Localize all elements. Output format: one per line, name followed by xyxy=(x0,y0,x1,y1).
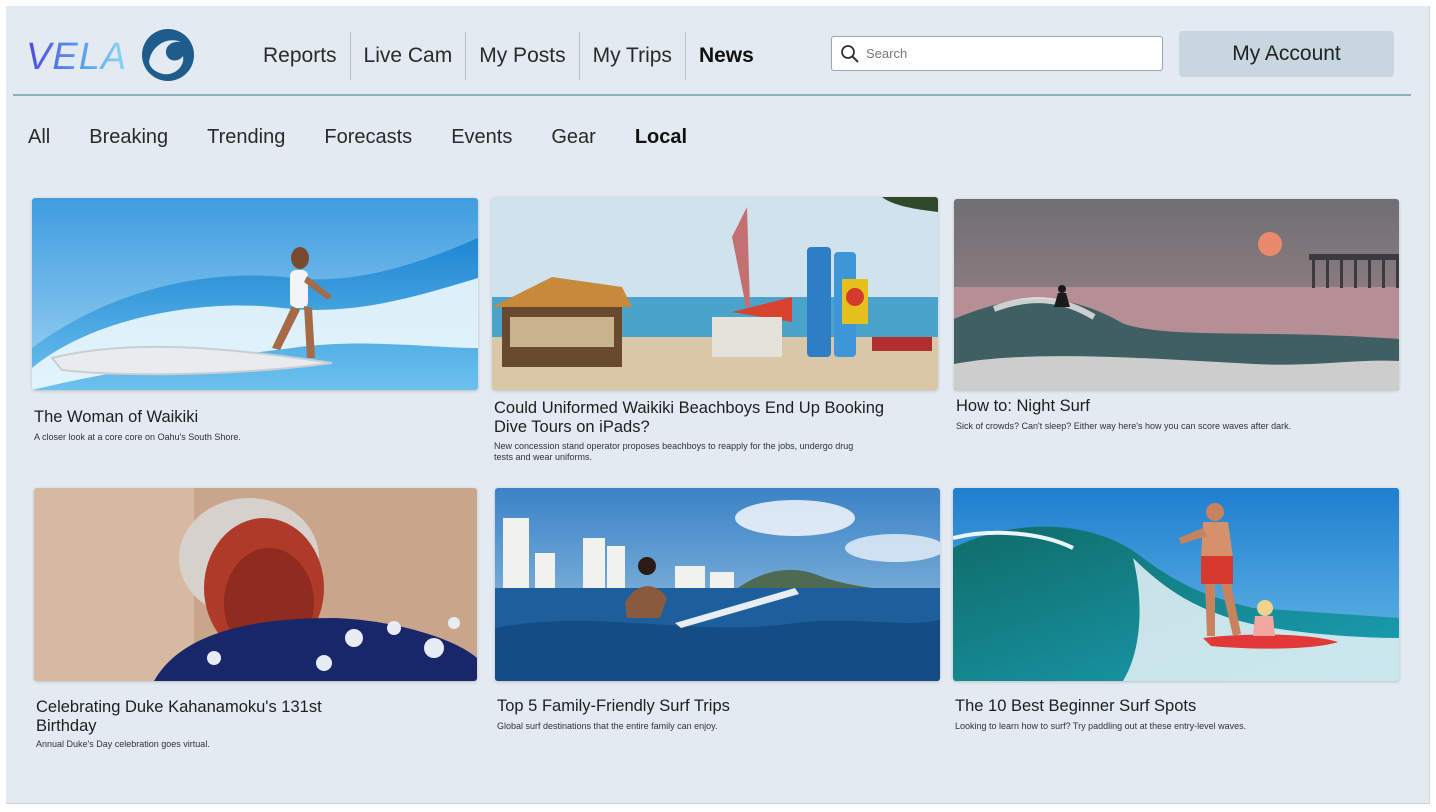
article-subtitle: Global surf destinations that the entire… xyxy=(497,721,718,731)
tab-all[interactable]: All xyxy=(28,126,50,149)
nav-item-my-trips[interactable]: My Trips xyxy=(580,32,685,80)
tab-forecasts[interactable]: Forecasts xyxy=(324,126,412,149)
article-subtitle: New concession stand operator proposes b… xyxy=(494,441,854,462)
article-subtitle: Annual Duke's Day celebration goes virtu… xyxy=(36,739,210,749)
search-icon xyxy=(841,44,859,63)
tab-breaking[interactable]: Breaking xyxy=(89,126,168,149)
article-title[interactable]: Could Uniformed Waikiki Beachboys End Up… xyxy=(494,399,894,437)
search-input[interactable] xyxy=(866,46,1146,61)
article-title[interactable]: Top 5 Family-Friendly Surf Trips xyxy=(497,697,877,716)
beginner-surf-photo[interactable] xyxy=(953,488,1399,681)
night-surf-photo[interactable] xyxy=(954,199,1399,390)
beach-stand-photo[interactable] xyxy=(492,197,938,390)
header-divider xyxy=(13,94,1411,96)
nav-item-reports[interactable]: Reports xyxy=(250,32,350,80)
family-surf-photo[interactable] xyxy=(495,488,940,681)
tab-local[interactable]: Local xyxy=(635,126,687,149)
surfer-woman-photo[interactable] xyxy=(32,198,478,390)
wave-logo-icon[interactable] xyxy=(141,28,195,82)
tab-trending[interactable]: Trending xyxy=(207,126,285,149)
nav-item-live-cam[interactable]: Live Cam xyxy=(351,32,466,80)
article-subtitle: Looking to learn how to surf? Try paddli… xyxy=(955,721,1247,731)
article-title[interactable]: Celebrating Duke Kahanamoku's 131st Birt… xyxy=(36,698,376,736)
article-title[interactable]: The Woman of Waikiki xyxy=(34,408,414,427)
article-card[interactable]: The 10 Best Beginner Surf Spots Looking … xyxy=(953,488,1399,738)
article-card[interactable]: Could Uniformed Waikiki Beachboys End Up… xyxy=(492,197,938,467)
nav-item-my-posts[interactable]: My Posts xyxy=(466,32,578,80)
nav-item-news[interactable]: News xyxy=(686,32,767,80)
article-card[interactable]: Celebrating Duke Kahanamoku's 131st Birt… xyxy=(34,488,477,758)
article-title[interactable]: How to: Night Surf xyxy=(956,397,1336,416)
main-nav: Reports Live Cam My Posts My Trips News xyxy=(250,32,767,80)
article-subtitle: Sick of crowds? Can't sleep? Either way … xyxy=(956,421,1292,431)
article-card[interactable]: Top 5 Family-Friendly Surf Trips Global … xyxy=(495,488,940,738)
article-title[interactable]: The 10 Best Beginner Surf Spots xyxy=(955,697,1335,716)
article-subtitle: A closer look at a core core on Oahu's S… xyxy=(34,432,241,442)
search-box[interactable] xyxy=(831,36,1163,71)
category-tabs: All Breaking Trending Forecasts Events G… xyxy=(28,122,726,152)
article-card[interactable]: The Woman of Waikiki A closer look at a … xyxy=(32,198,478,448)
duke-portrait-photo[interactable] xyxy=(34,488,477,681)
article-card[interactable]: How to: Night Surf Sick of crowds? Can't… xyxy=(954,199,1399,449)
my-account-button[interactable]: My Account xyxy=(1179,31,1394,77)
tab-events[interactable]: Events xyxy=(451,126,512,149)
tab-gear[interactable]: Gear xyxy=(551,126,595,149)
brand-logo-text[interactable]: VELA xyxy=(26,36,127,79)
